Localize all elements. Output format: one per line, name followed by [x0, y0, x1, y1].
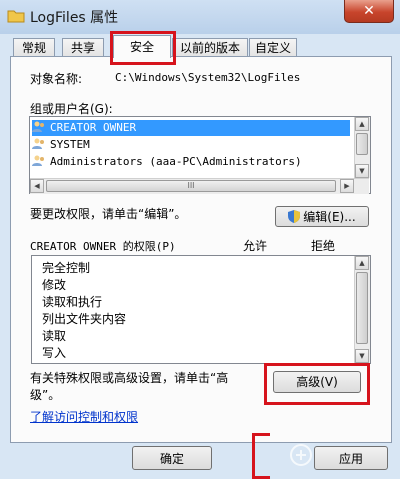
list-item-label: SYSTEM: [50, 138, 90, 151]
watermark-logo-icon: [290, 444, 312, 466]
scroll-down-icon[interactable]: ▼: [355, 164, 369, 178]
tab-general[interactable]: 常规: [13, 38, 55, 57]
deny-column-header: 拒绝: [311, 239, 336, 253]
close-button[interactable]: ✕: [344, 0, 394, 23]
window-title: LogFiles 属性: [30, 10, 119, 26]
title-bar[interactable]: LogFiles 属性 ✕: [0, 0, 400, 34]
list-item[interactable]: CREATOR OWNER: [32, 120, 350, 136]
permission-row: 读取: [42, 329, 67, 343]
list-item[interactable]: SYSTEM: [32, 137, 90, 153]
scroll-thumb[interactable]: III: [46, 180, 336, 192]
permissions-list[interactable]: 完全控制 修改 读取和执行 列出文件夹内容 读取 写入 ▲ ▼: [31, 255, 371, 364]
folder-icon: [7, 8, 25, 23]
object-name-label: 对象名称:: [30, 72, 83, 86]
scroll-thumb[interactable]: [356, 272, 368, 344]
object-name-value: C:\Windows\System32\LogFiles: [115, 71, 301, 84]
permissions-scrollbar[interactable]: ▲ ▼: [354, 256, 370, 363]
users-icon: [32, 138, 46, 150]
tab-security[interactable]: 安全: [113, 35, 171, 58]
edit-button[interactable]: 编辑(E)...: [275, 206, 369, 227]
watermark: [290, 438, 400, 479]
advanced-hint-line2: 级”。: [30, 388, 61, 402]
ok-button[interactable]: 确定: [132, 446, 212, 470]
users-icon: [32, 155, 46, 167]
permission-row: 读取和执行: [42, 295, 103, 309]
tab-previous-versions[interactable]: 以前的版本: [172, 38, 248, 57]
tab-sharing[interactable]: 共享: [62, 38, 104, 57]
learn-access-control-link[interactable]: 了解访问控制和权限: [30, 408, 138, 425]
scroll-down-icon[interactable]: ▼: [355, 349, 369, 363]
scroll-right-icon[interactable]: ▶: [340, 179, 354, 193]
permission-row: 写入: [42, 346, 67, 360]
groups-label: 组或用户名(G):: [30, 102, 113, 116]
tab-customize[interactable]: 自定义: [249, 38, 297, 57]
edit-button-label: 编辑(E)...: [303, 210, 356, 224]
permissions-label: CREATOR OWNER 的权限(P): [30, 240, 176, 253]
permission-row: 修改: [42, 278, 67, 292]
scroll-up-icon[interactable]: ▲: [355, 117, 369, 131]
scroll-up-icon[interactable]: ▲: [355, 256, 369, 270]
group-user-list[interactable]: CREATOR OWNER SYSTEM Administrators (aaa…: [29, 116, 371, 194]
scroll-thumb[interactable]: [356, 133, 368, 155]
group-list-vertical-scrollbar[interactable]: ▲ ▼: [354, 117, 370, 178]
allow-column-header: 允许: [243, 239, 268, 253]
list-item[interactable]: Administrators (aaa-PC\Administrators): [32, 154, 302, 170]
group-list-horizontal-scrollbar[interactable]: ◀ III ▶: [30, 178, 369, 194]
edit-hint: 要更改权限，请单击“编辑”。: [30, 207, 187, 221]
advanced-hint-line1: 有关特殊权限或高级设置，请单击“高: [30, 371, 229, 385]
uac-shield-icon: [288, 209, 301, 223]
list-item-label: Administrators (aaa-PC\Administrators): [50, 155, 302, 168]
list-item-label: CREATOR OWNER: [50, 121, 137, 134]
permission-row: 列出文件夹内容: [42, 312, 127, 326]
permission-row: 完全控制: [42, 261, 91, 275]
scroll-left-icon[interactable]: ◀: [30, 179, 44, 193]
users-icon: [32, 121, 46, 133]
advanced-button[interactable]: 高级(V): [273, 371, 361, 393]
